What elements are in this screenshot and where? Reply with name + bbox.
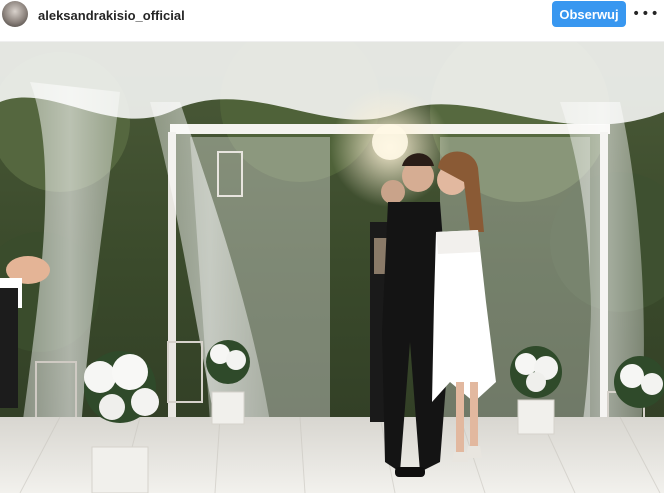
more-options-icon[interactable]: •••: [632, 2, 659, 26]
username-link[interactable]: aleksandrakisio_official: [38, 8, 185, 24]
post-header: aleksandrakisio_official Obserwuj •••: [0, 0, 664, 42]
post-photo[interactable]: [0, 42, 664, 493]
avatar[interactable]: [2, 1, 28, 27]
follow-button[interactable]: Obserwuj: [552, 1, 626, 27]
wedding-ceremony-image: [0, 42, 664, 493]
